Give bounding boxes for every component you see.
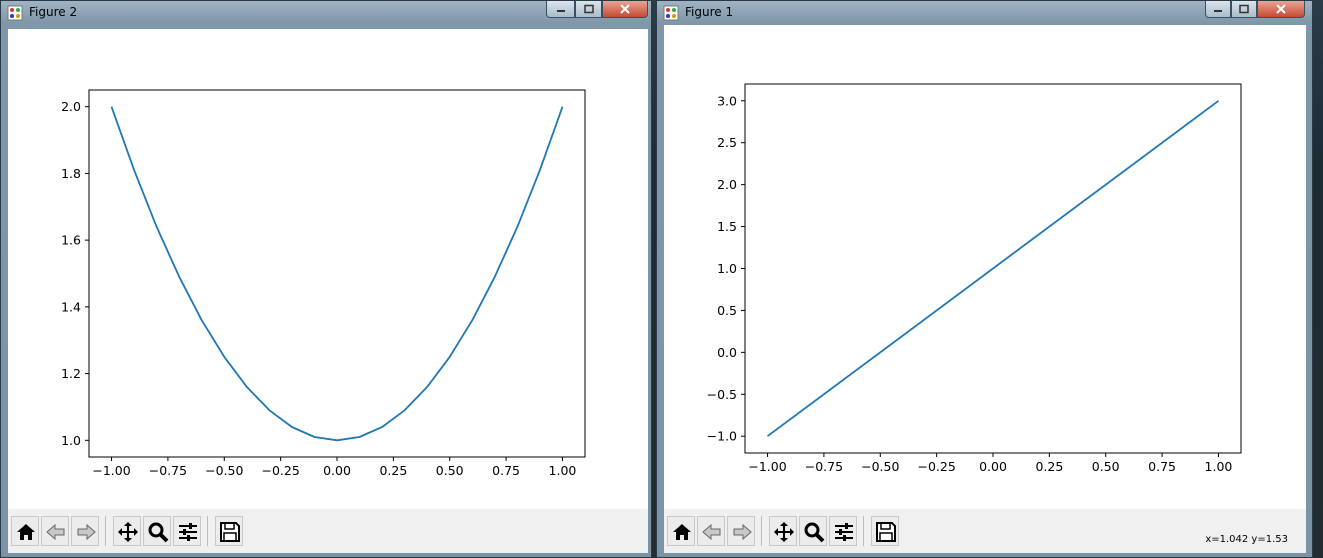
back-button[interactable] — [41, 516, 69, 546]
x-tick-label: 0.25 — [379, 463, 407, 478]
zoom-icon — [804, 522, 825, 543]
close-button[interactable] — [602, 1, 648, 18]
figure-1-window[interactable]: Figure 1 −1.00 −0.75 −0.50 −0.25 0.00 0.25 0.5… — [656, 0, 1313, 558]
save-icon — [220, 522, 240, 542]
x-tick-label: −0.75 — [149, 463, 187, 478]
save-icon — [876, 522, 896, 542]
x-tick-label: 0.50 — [1092, 459, 1120, 474]
y-tick-label: −1.0 — [707, 429, 737, 444]
window-title: Figure 2 — [29, 5, 78, 19]
toolbar-separator — [761, 516, 762, 546]
window-title: Figure 1 — [685, 5, 734, 19]
x-tick-label: 1.00 — [549, 463, 577, 478]
navigation-toolbar — [8, 509, 648, 553]
save-button[interactable] — [215, 516, 243, 546]
configure-subplots-icon — [179, 523, 197, 541]
y-tick-label: 1.5 — [717, 219, 737, 234]
toolbar-separator — [207, 516, 208, 546]
minimize-icon — [556, 10, 565, 12]
x-tick-label: 0.00 — [979, 459, 1007, 474]
series-line — [110, 106, 564, 442]
pan-icon — [118, 522, 138, 542]
forward-icon — [77, 523, 96, 541]
x-tick-label: 0.25 — [1035, 459, 1063, 474]
pan-icon — [774, 522, 794, 542]
x-tick-label: −1.00 — [748, 459, 786, 474]
save-button[interactable] — [871, 516, 899, 546]
figure-app-icon — [663, 5, 679, 21]
axes-frame — [88, 89, 586, 458]
y-tick-label: 1.0 — [61, 433, 81, 448]
maximize-icon — [1239, 4, 1249, 14]
y-tick-label: 1.6 — [61, 233, 81, 248]
zoom-icon — [148, 522, 169, 543]
x-tick-label: −0.75 — [805, 459, 843, 474]
close-button[interactable] — [1257, 1, 1305, 18]
pan-button[interactable] — [113, 516, 141, 546]
x-tick-label: −0.25 — [917, 459, 955, 474]
close-icon — [620, 4, 630, 14]
configure-subplots-icon — [835, 523, 853, 541]
y-tick-label: 0.0 — [717, 345, 737, 360]
configure-subplots-button[interactable] — [829, 516, 857, 546]
x-tick-label: 0.75 — [1148, 459, 1176, 474]
x-tick-label: 0.50 — [436, 463, 464, 478]
forward-button[interactable] — [71, 516, 99, 546]
back-icon — [46, 523, 65, 541]
y-tick-label: 1.8 — [61, 166, 81, 181]
zoom-button[interactable] — [799, 516, 827, 546]
home-icon — [17, 524, 35, 540]
title-bar[interactable]: Figure 1 — [657, 1, 1312, 23]
x-tick-label: 0.00 — [323, 463, 351, 478]
maximize-icon — [583, 4, 594, 14]
minimize-button[interactable] — [546, 1, 575, 18]
toolbar-separator — [863, 516, 864, 546]
title-bar[interactable]: Figure 2 — [1, 1, 651, 23]
plot-area[interactable]: −1.00 −0.75 −0.50 −0.25 0.00 0.25 0.50 0.75 1.00… — [8, 29, 648, 509]
y-tick-label: 3.0 — [717, 93, 737, 108]
forward-button[interactable] — [727, 516, 755, 546]
close-icon — [1276, 4, 1286, 14]
home-icon — [673, 524, 691, 540]
plot-area[interactable]: −1.00 −0.75 −0.50 −0.25 0.00 0.25 0.50 0.75 1.00… — [664, 25, 1306, 509]
y-tick-label: 1.0 — [717, 261, 737, 276]
figure-canvas: −1.00 −0.75 −0.50 −0.25 0.00 0.25 0.50 0.75 1.00… — [8, 29, 648, 553]
x-tick-label: 1.00 — [1205, 459, 1233, 474]
minimize-icon — [1214, 10, 1222, 12]
y-tick-label: 1.2 — [61, 366, 81, 381]
y-tick-label: 2.0 — [717, 177, 737, 192]
cursor-coordinates: x=1.042 y=1.53 — [1205, 534, 1288, 545]
y-tick-label: 1.4 — [61, 299, 81, 314]
figure-app-icon — [7, 5, 23, 21]
x-tick-label: −1.00 — [92, 463, 130, 478]
navigation-toolbar: x=1.042 y=1.53 — [664, 509, 1306, 553]
y-tick-label: −0.5 — [707, 387, 737, 402]
y-tick-label: 2.0 — [61, 99, 81, 114]
maximize-button[interactable] — [575, 1, 602, 18]
x-tick-label: 0.75 — [492, 463, 520, 478]
x-tick-label: −0.50 — [205, 463, 243, 478]
home-button[interactable] — [667, 516, 695, 546]
configure-subplots-button[interactable] — [173, 516, 201, 546]
back-button[interactable] — [697, 516, 725, 546]
toolbar-separator — [105, 516, 106, 546]
pan-button[interactable] — [769, 516, 797, 546]
x-tick-label: −0.50 — [861, 459, 899, 474]
minimize-button[interactable] — [1205, 1, 1231, 18]
y-tick-label: 2.5 — [717, 135, 737, 150]
forward-icon — [733, 523, 752, 541]
maximize-button[interactable] — [1231, 1, 1257, 18]
y-tick-label: 0.5 — [717, 303, 737, 318]
figure-2-window[interactable]: Figure 2 −1.00 −0.75 −0.50 −0.25 0.00 0.25 0.5… — [0, 0, 652, 558]
back-icon — [702, 523, 721, 541]
x-tick-label: −0.25 — [261, 463, 299, 478]
series-line — [766, 100, 1220, 437]
figure-canvas: −1.00 −0.75 −0.50 −0.25 0.00 0.25 0.50 0.75 1.00… — [664, 25, 1306, 553]
home-button[interactable] — [11, 516, 39, 546]
zoom-button[interactable] — [143, 516, 171, 546]
